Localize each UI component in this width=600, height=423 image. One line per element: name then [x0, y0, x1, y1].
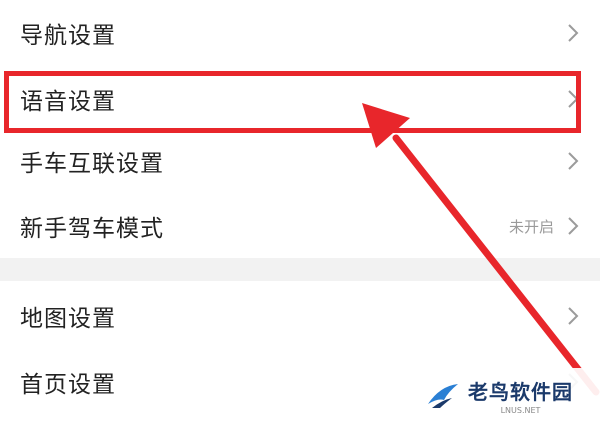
settings-item-map[interactable]: 地图设置 [0, 283, 600, 349]
status-text: 未开启 [508, 217, 554, 236]
settings-item-label: 地图设置 [20, 306, 116, 332]
chevron-right-icon [568, 90, 579, 108]
settings-item-voice[interactable]: 语音设置 [0, 66, 600, 132]
settings-item-navigation[interactable]: 导航设置 [0, 0, 600, 66]
chevron-right-icon [568, 152, 579, 170]
chevron-right-icon [568, 217, 579, 235]
chevron-right-icon [568, 307, 579, 325]
settings-item-novice-mode[interactable]: 新手驾车模式 未开启 [0, 193, 600, 259]
settings-item-label: 手车互联设置 [20, 151, 164, 177]
watermark-url: LNUS.NET [500, 406, 541, 415]
watermark-name: 老鸟软件园 [468, 380, 573, 404]
settings-item-label: 导航设置 [20, 23, 116, 49]
bird-logo-icon [428, 383, 458, 408]
settings-item-car-connect[interactable]: 手车互联设置 [0, 128, 600, 194]
chevron-right-icon [568, 24, 579, 42]
watermark: 老鸟软件园 LNUS.NET [402, 368, 600, 423]
settings-item-label: 语音设置 [20, 89, 116, 115]
settings-group-primary: 导航设置 语音设置 手车互联设置 新手驾车模式 未开启 [0, 0, 600, 258]
settings-item-label: 新手驾车模式 [20, 216, 164, 242]
